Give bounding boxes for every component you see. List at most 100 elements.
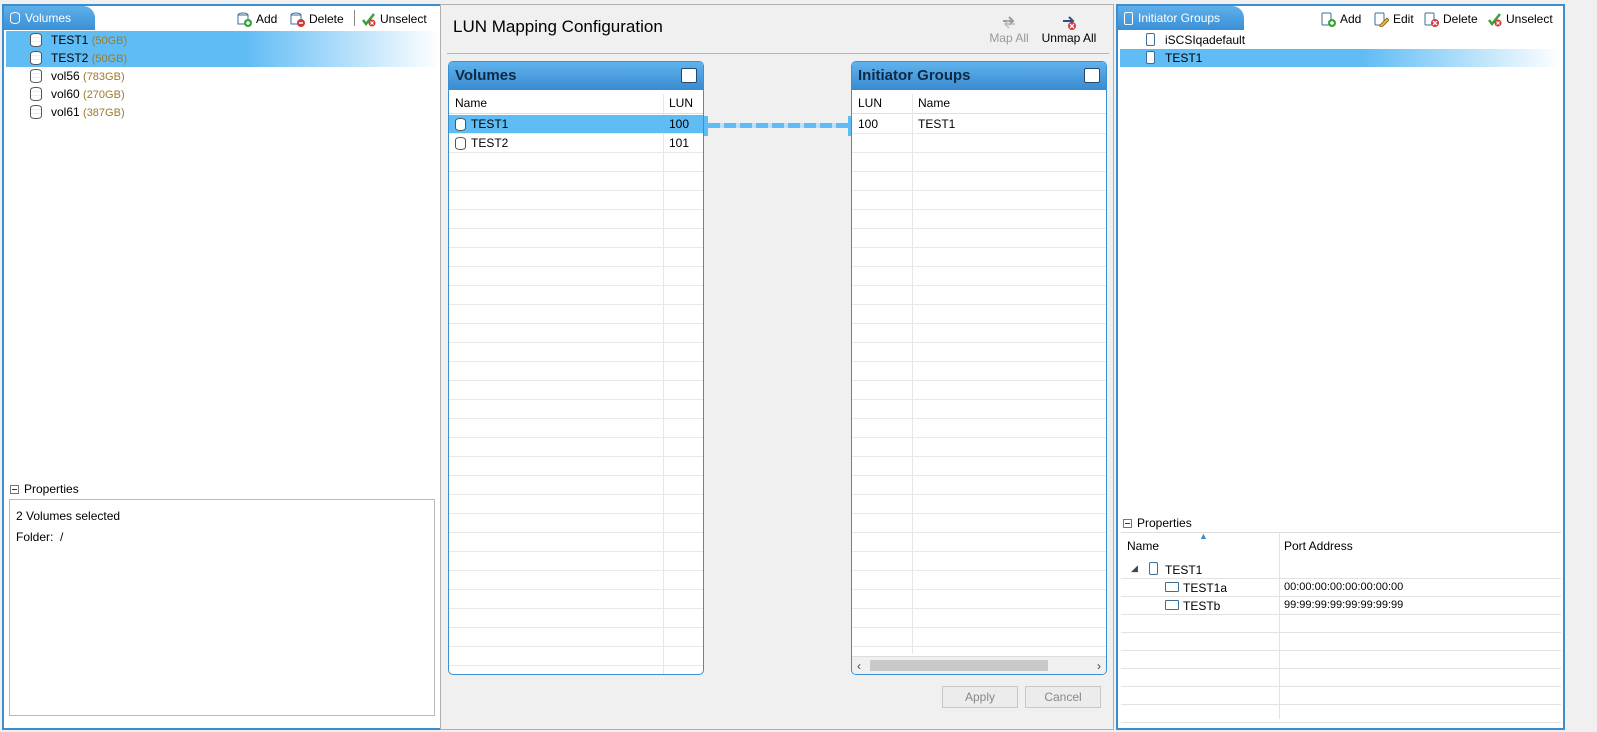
add-volume-button[interactable]: Add bbox=[237, 10, 277, 28]
grid-row-empty bbox=[449, 647, 703, 666]
volumes-tab-label: Volumes bbox=[25, 11, 72, 25]
lun-cell[interactable]: 100 bbox=[669, 115, 689, 134]
volume-list-item[interactable]: vol61 (387GB) bbox=[6, 103, 440, 121]
grid-row-empty bbox=[852, 229, 1106, 248]
properties-header[interactable]: Properties bbox=[1123, 516, 1192, 530]
volumes-tab[interactable]: Volumes bbox=[4, 6, 96, 30]
collapse-icon[interactable] bbox=[10, 484, 19, 494]
initiator-row[interactable]: TESTb 99:99:99:99:99:99:99:99 bbox=[1121, 597, 1561, 615]
volume-icon bbox=[30, 69, 42, 83]
unselect-group-button[interactable]: Unselect bbox=[1487, 10, 1553, 28]
add-group-button[interactable]: Add bbox=[1321, 10, 1361, 28]
col-name-header[interactable]: Name bbox=[918, 94, 950, 113]
edit-icon bbox=[1374, 12, 1390, 27]
col-lun-header[interactable]: LUN bbox=[669, 94, 693, 113]
unselect-volume-button[interactable]: Unselect bbox=[361, 10, 427, 28]
grid-row-empty bbox=[449, 172, 703, 191]
volume-size: (50GB) bbox=[91, 52, 128, 65]
folder-value: / bbox=[60, 530, 64, 544]
mapped-volumes-title: Volumes bbox=[455, 67, 517, 84]
initiator-group-list-item[interactable]: TEST1 bbox=[1120, 49, 1561, 67]
col-name-header[interactable]: Name bbox=[1127, 539, 1159, 553]
volume-list-item[interactable]: vol56 (783GB) bbox=[6, 67, 440, 85]
volumes-panel: Volumes Add Delete Unselect TEST1 (50GB)… bbox=[2, 4, 444, 730]
initiator-group-icon bbox=[1146, 51, 1155, 64]
mapped-initiator-groups-grid: LUN Name 100 TEST1 bbox=[852, 90, 1106, 654]
initiator-group-list-item[interactable]: iSCSIqadefault bbox=[1120, 31, 1561, 49]
col-lun-header[interactable]: LUN bbox=[858, 94, 882, 113]
map-all-label: Map All bbox=[989, 31, 1029, 45]
toolbar-separator bbox=[354, 10, 355, 26]
scroll-right-icon[interactable]: › bbox=[1097, 659, 1101, 673]
delete-volume-button[interactable]: Delete bbox=[290, 10, 344, 28]
volume-name: TEST1 (50GB) bbox=[51, 32, 128, 47]
title-divider bbox=[447, 53, 1109, 54]
expand-triangle-icon[interactable]: ◢ bbox=[1131, 563, 1138, 574]
volume-size: (387GB) bbox=[83, 106, 125, 119]
grid-row-empty bbox=[852, 381, 1106, 400]
initiator-name: TESTb bbox=[1183, 599, 1221, 613]
volume-name-cell: TEST1 bbox=[471, 117, 509, 131]
initiator-group-name: iSCSIqadefault bbox=[1165, 33, 1246, 47]
unmap-all-icon bbox=[1037, 15, 1101, 31]
initiator-group-icon bbox=[1149, 562, 1158, 575]
edit-group-button[interactable]: Edit bbox=[1374, 10, 1414, 28]
mapping-connector[interactable] bbox=[708, 123, 848, 128]
volume-list-item[interactable]: vol60 (270GB) bbox=[6, 85, 440, 103]
delete-group-button[interactable]: Delete bbox=[1424, 10, 1478, 28]
grid-row-empty bbox=[449, 153, 703, 172]
initiator-group-name: TEST1 bbox=[1165, 51, 1203, 65]
grid-row-empty bbox=[449, 457, 703, 476]
grid-row-empty bbox=[449, 628, 703, 647]
property-group-row[interactable]: ◢ TEST1 bbox=[1121, 561, 1561, 579]
volume-icon bbox=[30, 51, 42, 65]
grid-row-empty bbox=[852, 609, 1106, 628]
volume-list-item[interactable]: TEST2 (50GB) bbox=[6, 49, 440, 67]
grid-row-empty bbox=[852, 153, 1106, 172]
initiator-group-icon bbox=[1124, 11, 1133, 25]
collapse-icon[interactable] bbox=[1123, 518, 1132, 528]
grid-row-empty bbox=[852, 324, 1106, 343]
volume-size: (50GB) bbox=[91, 34, 128, 47]
scroll-left-icon[interactable]: ‹ bbox=[857, 659, 861, 673]
grid-row-empty bbox=[852, 571, 1106, 590]
grid-row-empty bbox=[852, 305, 1106, 324]
scrollbar-thumb[interactable] bbox=[870, 660, 1048, 671]
mapped-initiator-groups-header: Initiator Groups bbox=[852, 62, 1106, 90]
sort-ascending-icon: ▲ bbox=[1199, 531, 1208, 541]
volume-size: (270GB) bbox=[83, 88, 125, 101]
properties-header[interactable]: Properties bbox=[10, 482, 79, 496]
volume-list-item[interactable]: TEST1 (50GB) bbox=[6, 31, 440, 49]
grid-row-empty bbox=[449, 229, 703, 248]
export-icon[interactable] bbox=[1084, 68, 1100, 83]
grid-row-empty bbox=[449, 324, 703, 343]
initiator-row[interactable]: TEST1a 00:00:00:00:00:00:00:00 bbox=[1121, 579, 1561, 597]
property-row-empty bbox=[1121, 633, 1561, 651]
grid-row-empty bbox=[852, 552, 1106, 571]
map-all-button[interactable]: Map All bbox=[987, 15, 1031, 45]
unmap-all-label: Unmap All bbox=[1041, 31, 1097, 45]
property-group-name: TEST1 bbox=[1165, 563, 1203, 577]
apply-button[interactable]: Apply bbox=[942, 686, 1018, 708]
delete-label: Delete bbox=[1443, 12, 1478, 26]
initiator-group-icon bbox=[1146, 33, 1155, 46]
grid-row[interactable]: TEST2 101 bbox=[449, 134, 703, 153]
grid-row[interactable]: 100 TEST1 bbox=[852, 115, 1106, 134]
lun-cell[interactable]: 100 bbox=[858, 115, 878, 134]
initiator-groups-panel-header: Initiator Groups Add Edit Delete Unselec… bbox=[1118, 6, 1563, 30]
volume-icon bbox=[455, 137, 466, 150]
unmap-all-button[interactable]: Unmap All bbox=[1037, 15, 1101, 45]
page-title: LUN Mapping Configuration bbox=[453, 17, 663, 36]
export-icon[interactable] bbox=[681, 68, 697, 83]
lun-mapping-panel: LUN Mapping Configuration Map All Unmap … bbox=[440, 4, 1114, 730]
col-name-header[interactable]: Name bbox=[455, 94, 487, 113]
col-port-header[interactable]: Port Address bbox=[1284, 539, 1353, 553]
grid-row[interactable]: TEST1 100 bbox=[449, 115, 703, 134]
volume-name: vol60 (270GB) bbox=[51, 86, 125, 101]
mapped-volumes-header: Volumes bbox=[449, 62, 703, 90]
horizontal-scrollbar[interactable]: ‹ › bbox=[852, 656, 1106, 674]
cancel-button[interactable]: Cancel bbox=[1025, 686, 1101, 708]
grid-row-empty bbox=[449, 609, 703, 628]
lun-cell[interactable]: 101 bbox=[669, 134, 689, 153]
initiator-groups-tab[interactable]: Initiator Groups bbox=[1118, 6, 1245, 30]
